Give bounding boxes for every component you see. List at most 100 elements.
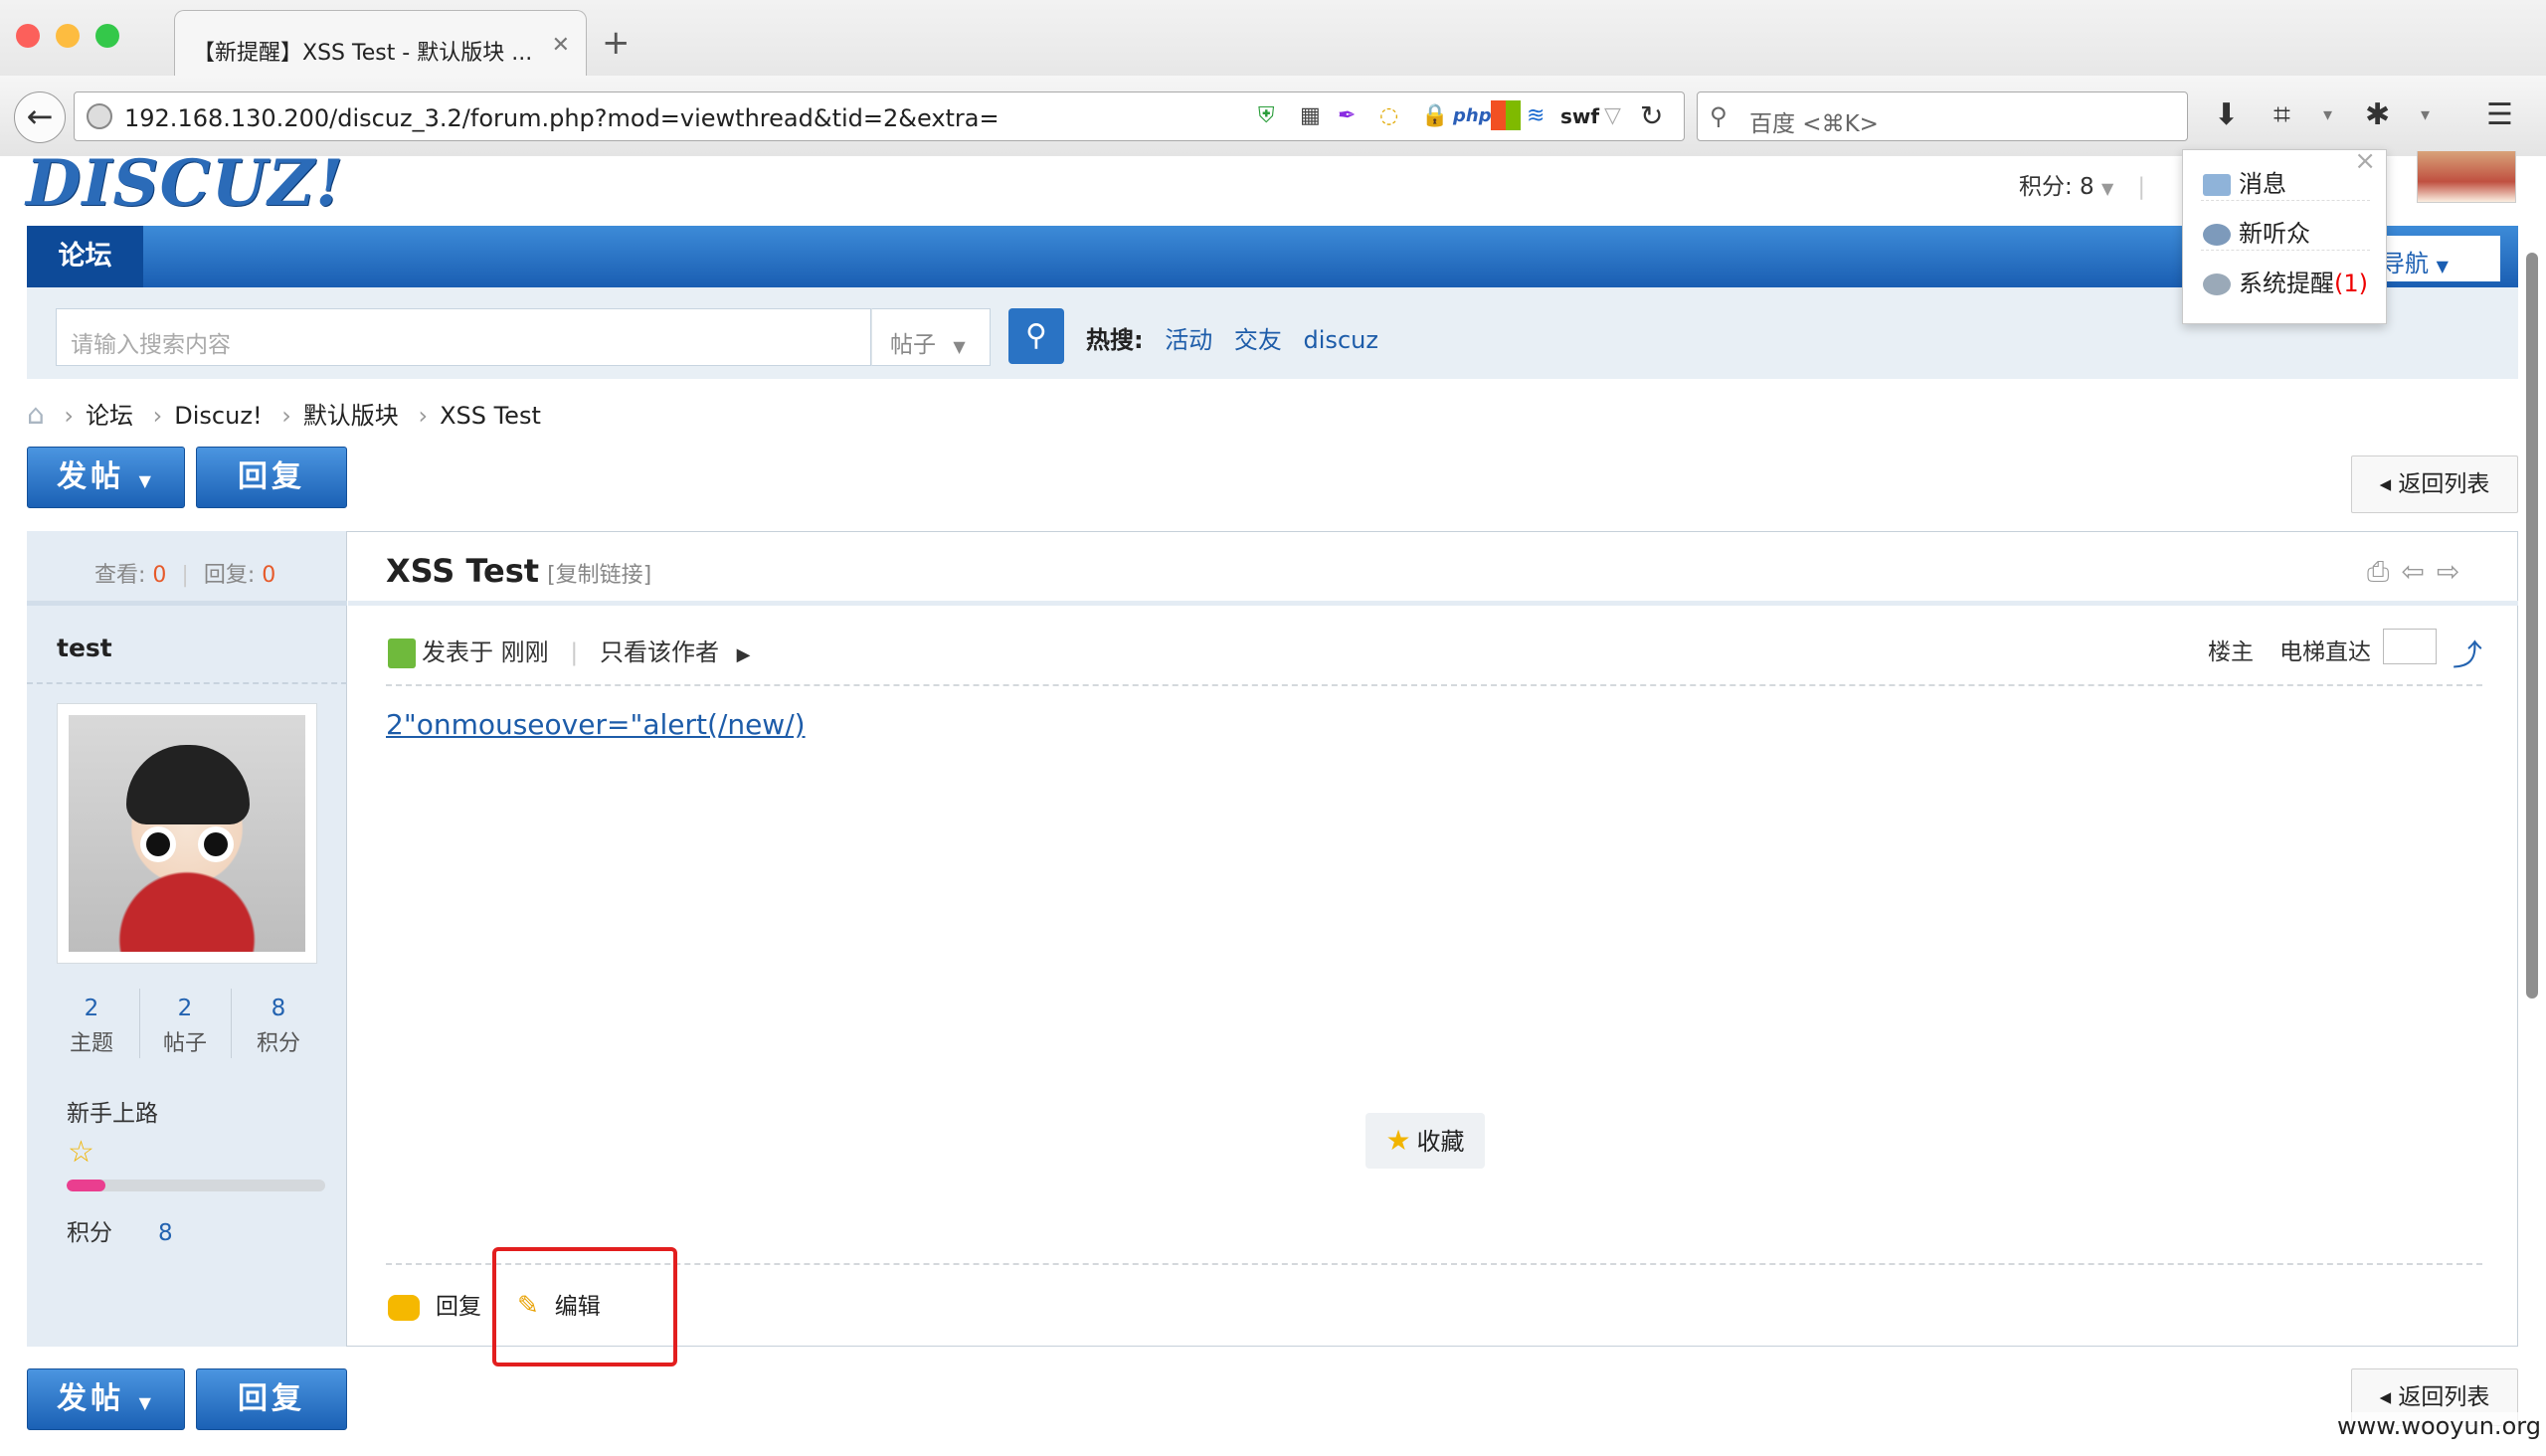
feather-icon[interactable]: ✒: [1338, 102, 1356, 130]
popup-item-followers[interactable]: 新听众: [2203, 214, 2310, 249]
php-extension-icon[interactable]: php: [1453, 102, 1492, 130]
breadcrumb-item[interactable]: 论坛: [86, 402, 133, 430]
minimize-window-button[interactable]: [56, 24, 80, 48]
stat-credits[interactable]: 8 积分: [233, 991, 324, 1062]
home-icon[interactable]: ⌂: [27, 398, 45, 431]
reply-bubble-icon: [388, 1294, 420, 1321]
stat-topics[interactable]: 2 主题: [46, 991, 137, 1062]
hot-term-3[interactable]: discuz: [1304, 326, 1378, 354]
quick-nav-button[interactable]: 导航 ▼: [2367, 236, 2500, 281]
prev-thread-icon[interactable]: ⇦: [2401, 555, 2436, 588]
header-avatar[interactable]: [2417, 151, 2516, 203]
site-identity-icon[interactable]: [87, 103, 112, 129]
thread-tools: ⎙⇦⇨: [2367, 555, 2471, 589]
hot-term-1[interactable]: 活动: [1165, 326, 1212, 354]
author-avatar[interactable]: [57, 703, 317, 964]
browser-search-bar[interactable]: ⚲ 百度 <⌘K>: [1697, 91, 2188, 141]
star-icon: ★: [1385, 1124, 1411, 1157]
author-rank[interactable]: 新手上路: [67, 1094, 158, 1128]
floor-jump-input[interactable]: [2383, 629, 2437, 664]
popup-divider: [2201, 200, 2370, 201]
next-thread-icon[interactable]: ⇨: [2437, 555, 2471, 588]
online-user-icon: [388, 638, 416, 668]
replies-label: 回复:: [203, 563, 256, 588]
print-icon[interactable]: ⎙: [2367, 555, 2401, 588]
scrollbar-thumb[interactable]: [2526, 253, 2538, 999]
new-tab-button[interactable]: +: [602, 26, 631, 60]
shield-icon[interactable]: ⛨: [1258, 102, 1275, 130]
popup-item-system[interactable]: 系统提醒(1): [2203, 264, 2368, 298]
tab-close-icon[interactable]: ✕: [552, 33, 570, 58]
avatar-hair: [126, 745, 250, 824]
chevron-down-icon: ▼: [953, 337, 966, 356]
swf-extension-icon[interactable]: swf: [1560, 102, 1599, 130]
envelope-icon: [2203, 174, 2231, 196]
thread-title: XSS Test: [386, 552, 540, 590]
popup-item-messages[interactable]: 消息: [2203, 164, 2286, 199]
copy-link[interactable]: [复制链接]: [547, 563, 651, 588]
bug-dropdown-icon[interactable]: ▾: [2421, 95, 2430, 135]
favorite-button[interactable]: ★ 收藏: [1365, 1113, 1485, 1169]
discuz-logo[interactable]: DISCUZ!: [26, 149, 344, 219]
post-header-divider: [386, 684, 2482, 686]
reply-button[interactable]: 回复: [196, 447, 347, 508]
qrcode-icon[interactable]: ▦: [1300, 102, 1321, 130]
wave-icon[interactable]: ≋: [1527, 102, 1545, 130]
post-reply-label: 回复: [436, 1294, 481, 1320]
search-type-select[interactable]: 帖子 ▼: [871, 308, 991, 366]
reply-button-bottom[interactable]: 回复: [196, 1368, 347, 1430]
forum-search-input[interactable]: 请输入搜索内容: [56, 308, 871, 366]
hot-searches: 热搜: 活动 交友 discuz: [1086, 320, 1378, 355]
new-post-label: 发帖: [57, 459, 125, 494]
stat-credits-value: 8: [271, 996, 286, 1021]
back-to-list-button[interactable]: ◂ 返回列表: [2351, 455, 2518, 513]
bug-icon[interactable]: ✱: [2365, 95, 2390, 135]
breadcrumb-separator: ›: [64, 402, 75, 430]
thread-title-row: XSS Test [复制链接]: [386, 552, 651, 590]
main-nav-bar: [27, 226, 2518, 287]
floor-jump-icon[interactable]: ⤴: [2453, 631, 2482, 674]
hot-term-2[interactable]: 交友: [1234, 326, 1282, 354]
only-author-link[interactable]: 只看该作者: [600, 638, 719, 666]
crop-icon[interactable]: ⌗: [2273, 95, 2290, 135]
breadcrumb-item[interactable]: XSS Test: [440, 402, 541, 430]
menu-icon[interactable]: ☰: [2486, 95, 2513, 135]
notification-popup: × 消息 新听众 系统提醒(1): [2182, 146, 2387, 324]
close-icon[interactable]: ×: [2354, 146, 2376, 176]
back-arrow-icon: ←: [26, 97, 54, 135]
popup-item-label: 系统提醒: [2239, 270, 2334, 297]
rank-progress-fill: [67, 1180, 105, 1191]
breadcrumb-item[interactable]: Discuz!: [174, 402, 262, 430]
zoom-window-button[interactable]: [95, 24, 119, 48]
nav-tab-forum[interactable]: 论坛: [27, 226, 143, 287]
post-time: 发表于 刚刚: [422, 638, 549, 666]
url-bar[interactable]: 192.168.130.200/discuz_3.2/forum.php?mod…: [74, 91, 1685, 141]
lock-icon[interactable]: 🔒: [1421, 102, 1448, 130]
tab-title: 【新提醒】XSS Test - 默认版块 ...: [193, 41, 533, 66]
back-button[interactable]: ←: [14, 91, 66, 143]
search-button[interactable]: ⚲: [1008, 308, 1064, 364]
windows-icon[interactable]: [1491, 100, 1521, 130]
new-post-button-bottom[interactable]: 发帖 ▼: [27, 1368, 185, 1430]
post-content-link[interactable]: 2"onmouseover="alert(/new/): [386, 708, 806, 741]
thread-stats: 查看: 0 | 回复: 0: [94, 557, 275, 589]
dropdown-icon[interactable]: ▽: [1604, 102, 1621, 130]
download-icon[interactable]: ⬇: [2214, 95, 2239, 135]
browser-tab[interactable]: 【新提醒】XSS Test - 默认版块 ... ✕: [174, 10, 587, 76]
search-icon: ⚲: [1710, 102, 1728, 130]
crop-dropdown-icon[interactable]: ▾: [2323, 95, 2332, 135]
reload-icon[interactable]: ↻: [1640, 102, 1663, 130]
author-name[interactable]: test: [57, 634, 112, 662]
watermark: www.wooyun.org: [2337, 1412, 2541, 1440]
post-reply-action[interactable]: 回复: [388, 1287, 481, 1321]
views-label: 查看:: [94, 563, 146, 588]
close-window-button[interactable]: [16, 24, 40, 48]
user-icon: [2203, 224, 2231, 246]
bulb-icon[interactable]: ◌: [1379, 102, 1398, 130]
stat-divider: [231, 989, 232, 1058]
breadcrumb-item[interactable]: 默认版块: [303, 402, 399, 430]
meta-divider: |: [570, 638, 579, 666]
header-score[interactable]: 积分: 8 ▼ |: [2019, 167, 2145, 201]
stat-posts[interactable]: 2 帖子: [139, 991, 231, 1062]
new-post-button[interactable]: 发帖 ▼: [27, 447, 185, 508]
